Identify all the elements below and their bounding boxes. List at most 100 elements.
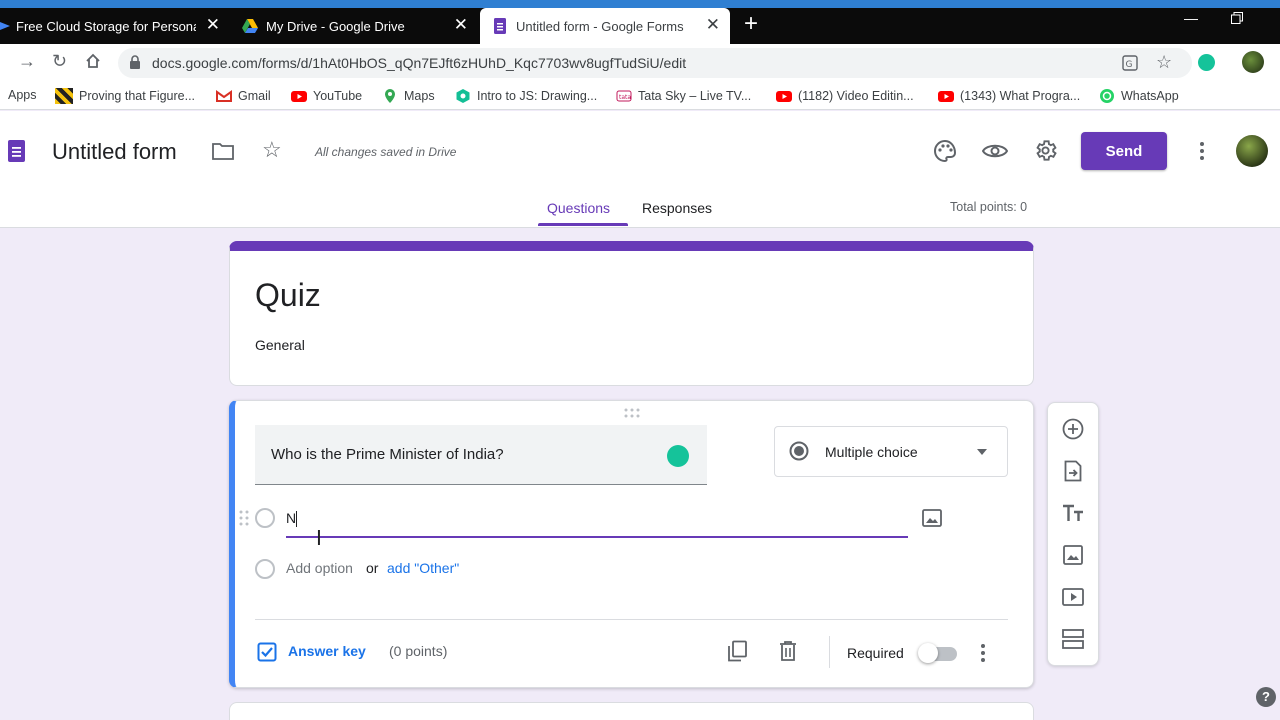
- bookmark-whatsapp[interactable]: WhatsApp: [1099, 88, 1179, 104]
- delete-trash-icon[interactable]: [778, 640, 798, 662]
- bookmark-proving-figure[interactable]: Proving that Figure...: [55, 88, 195, 104]
- bookmark-maps[interactable]: Maps: [382, 88, 435, 104]
- import-questions-icon[interactable]: [1064, 460, 1082, 482]
- grammarly-extension-icon[interactable]: [1198, 54, 1215, 71]
- bookmark-what-programming[interactable]: (1343) What Progra...: [938, 88, 1080, 104]
- url-text[interactable]: docs.google.com/forms/d/1hAt0HbOS_qQn7EJ…: [152, 55, 686, 71]
- option-radio: [255, 508, 275, 528]
- radio-button-icon: [789, 441, 809, 461]
- add-image-icon[interactable]: [1063, 545, 1083, 565]
- google-drive-icon: [242, 18, 258, 34]
- translate-icon[interactable]: G: [1122, 55, 1138, 71]
- option-drag-handle-icon[interactable]: [239, 510, 249, 526]
- option-input[interactable]: N: [286, 510, 296, 526]
- add-option-radio: [255, 559, 275, 579]
- help-icon[interactable]: ?: [1256, 687, 1276, 707]
- browser-tab-cloud-storage[interactable]: Free Cloud Storage for Personal U ✕: [0, 8, 230, 44]
- add-section-icon[interactable]: [1062, 629, 1084, 649]
- answer-key-button[interactable]: Answer key: [288, 643, 366, 659]
- minimize-window-icon[interactable]: —: [1184, 10, 1198, 26]
- gmail-icon: [216, 88, 232, 104]
- add-option-link[interactable]: Add option: [286, 560, 353, 576]
- bookmark-label: Intro to JS: Drawing...: [477, 89, 598, 103]
- or-text: or: [366, 560, 379, 576]
- add-question-icon[interactable]: [1062, 418, 1084, 440]
- bookmark-label: Proving that Figure...: [79, 89, 196, 103]
- required-label: Required: [847, 645, 904, 661]
- close-tab-icon[interactable]: ✕: [706, 16, 720, 34]
- browser-tab-google-forms[interactable]: Untitled form - Google Forms ✕: [480, 8, 730, 44]
- bookmark-video-editing[interactable]: (1182) Video Editin...: [776, 88, 914, 104]
- tab-title: Free Cloud Storage for Personal U: [16, 18, 196, 34]
- bookmark-apps[interactable]: Apps: [8, 88, 37, 102]
- bookmark-label: (1343) What Progra...: [960, 89, 1081, 103]
- total-points: Total points: 0: [950, 200, 1028, 214]
- close-tab-icon[interactable]: ✕: [206, 16, 220, 34]
- question-text: Who is the Prime Minister of India?: [271, 446, 504, 463]
- form-title-card: [229, 241, 1034, 386]
- settings-gear-icon[interactable]: [1033, 138, 1058, 163]
- browser-tab-google-drive[interactable]: My Drive - Google Drive ✕: [232, 8, 478, 44]
- forward-arrow-icon[interactable]: →: [18, 52, 36, 70]
- floating-toolbar: [1047, 402, 1099, 666]
- bookmark-label: Gmail: [238, 89, 271, 103]
- tab-responses[interactable]: Responses: [642, 200, 712, 216]
- form-title[interactable]: Untitled form: [52, 139, 177, 165]
- add-video-icon[interactable]: [1062, 588, 1084, 606]
- lock-icon: [129, 55, 141, 69]
- palette-icon[interactable]: [933, 139, 957, 163]
- question-points: (0 points): [389, 643, 448, 659]
- cloud-icon: [0, 18, 10, 34]
- bookmark-label: (1182) Video Editin...: [798, 89, 914, 103]
- google-forms-logo-icon[interactable]: [8, 140, 25, 162]
- dropdown-arrow-icon: [977, 449, 987, 455]
- grammarly-icon[interactable]: [667, 445, 689, 467]
- maps-icon: [382, 88, 398, 104]
- bookmark-gmail[interactable]: Gmail: [216, 88, 271, 104]
- reload-icon[interactable]: ↻: [52, 52, 67, 70]
- form-description[interactable]: General: [255, 337, 305, 353]
- khan-academy-icon: [455, 88, 471, 104]
- drag-handle-icon[interactable]: [623, 408, 641, 418]
- bookmark-label: WhatsApp: [1121, 89, 1179, 103]
- bookmark-label: Apps: [8, 88, 37, 102]
- answer-key-checkbox-icon: [257, 642, 277, 662]
- google-forms-icon: [492, 18, 508, 34]
- tab-title: My Drive - Google Drive: [266, 18, 405, 34]
- required-toggle-knob[interactable]: [918, 643, 938, 663]
- new-tab-plus-icon[interactable]: +: [744, 12, 758, 36]
- add-image-icon[interactable]: [922, 508, 942, 528]
- add-other-link[interactable]: add "Other": [387, 560, 459, 576]
- divider: [255, 619, 1008, 620]
- bookmark-tata-sky[interactable]: tata Tata Sky – Live TV...: [616, 88, 751, 104]
- youtube-icon: [776, 88, 792, 104]
- svg-text:tata: tata: [619, 94, 631, 101]
- next-question-card[interactable]: [229, 702, 1034, 720]
- send-button[interactable]: Send: [1081, 132, 1167, 170]
- restore-window-icon[interactable]: [1231, 12, 1243, 24]
- bookmark-youtube[interactable]: YouTube: [291, 88, 362, 104]
- bookmark-star-icon[interactable]: ☆: [1156, 53, 1172, 71]
- star-icon[interactable]: ☆: [262, 139, 282, 161]
- tab-title: Untitled form - Google Forms: [516, 18, 684, 34]
- question-more-options-icon[interactable]: [981, 644, 985, 662]
- duplicate-icon[interactable]: [726, 640, 748, 662]
- bookmark-intro-js[interactable]: Intro to JS: Drawing...: [455, 88, 597, 104]
- svg-text:G: G: [1126, 60, 1133, 70]
- tab-questions[interactable]: Questions: [547, 200, 610, 216]
- form-heading[interactable]: Quiz: [255, 277, 321, 314]
- bookmark-label: Maps: [404, 89, 435, 103]
- tata-sky-icon: tata: [616, 88, 632, 104]
- account-avatar[interactable]: [1236, 135, 1268, 167]
- option-underline: [286, 536, 908, 538]
- add-title-description-icon[interactable]: [1062, 503, 1084, 523]
- more-options-icon[interactable]: [1200, 142, 1204, 160]
- youtube-icon: [938, 88, 954, 104]
- preview-eye-icon[interactable]: [982, 141, 1008, 161]
- caution-stripes-icon: [55, 88, 73, 104]
- profile-avatar[interactable]: [1242, 51, 1264, 73]
- whatsapp-icon: [1099, 88, 1115, 104]
- home-icon[interactable]: [85, 53, 101, 69]
- close-tab-icon[interactable]: ✕: [454, 16, 468, 34]
- move-to-folder-icon[interactable]: [212, 141, 234, 161]
